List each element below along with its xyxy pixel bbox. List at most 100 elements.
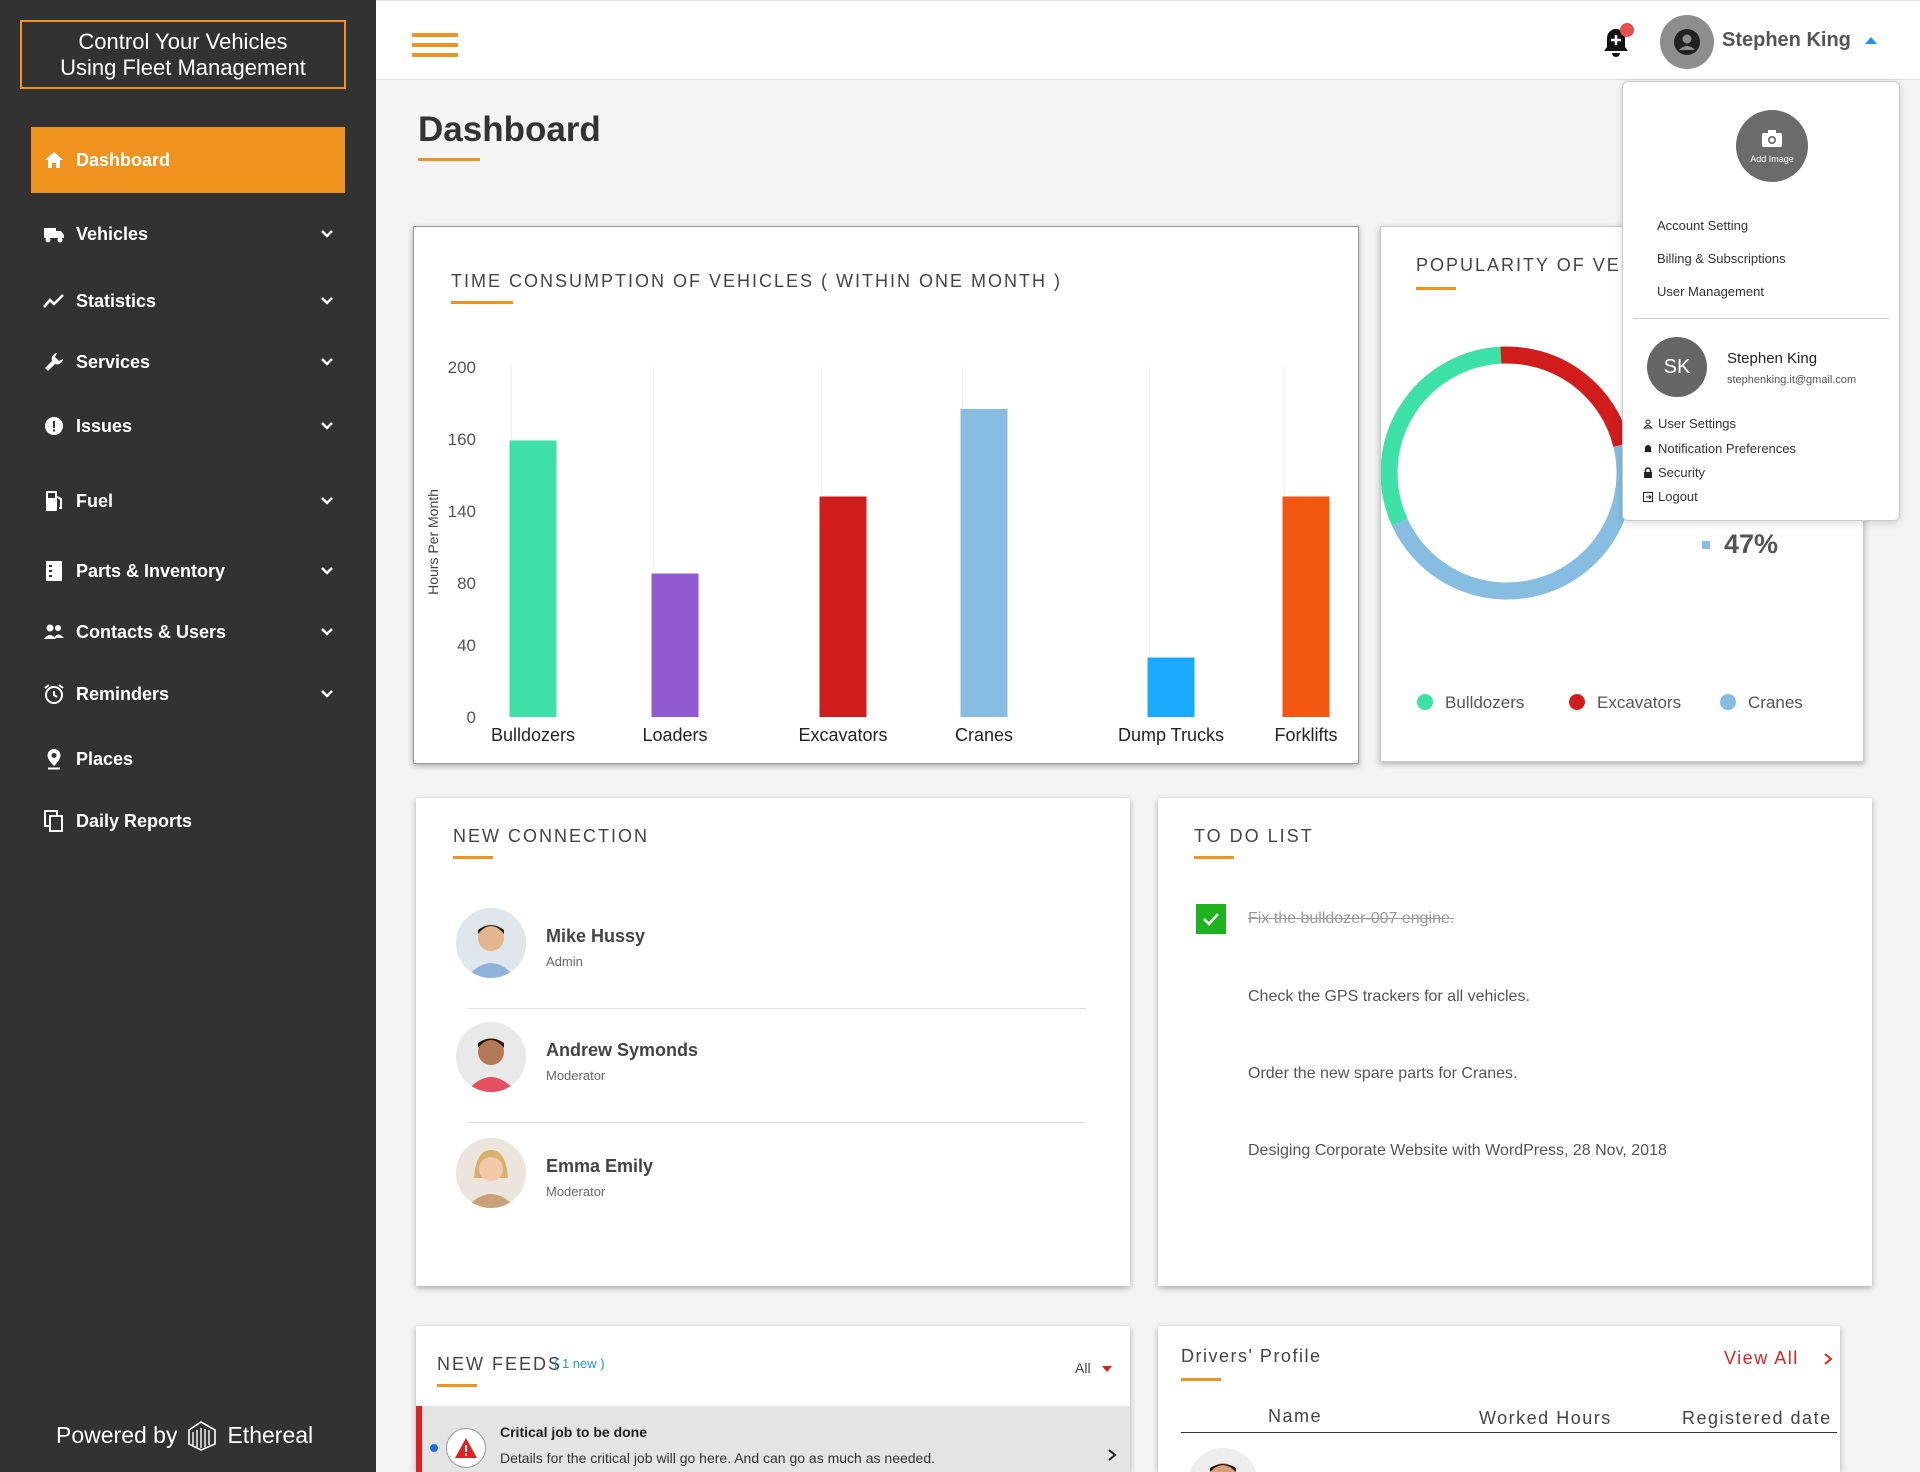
todo-item[interactable]: Fix the bulldozer-007 engine. — [1248, 910, 1454, 928]
title-underline — [437, 1384, 477, 1387]
hamburger-menu-icon[interactable] — [412, 33, 458, 57]
view-all-link[interactable]: View All — [1724, 1348, 1799, 1369]
sidebar-item-label: Places — [76, 748, 134, 769]
sidebar-item-label: Services — [76, 351, 151, 372]
sidebar-item-places[interactable]: Places — [31, 726, 345, 792]
sidebar-item-label: Reminders — [76, 683, 170, 704]
feed-item[interactable]: Critical job to be done Details for the … — [416, 1406, 1130, 1472]
menu-item-logout[interactable]: Logout — [1643, 489, 1698, 504]
menu-item-label: Logout — [1658, 489, 1698, 504]
add-image-button[interactable]: Add Image — [1736, 110, 1808, 182]
avatar[interactable]: SK — [1647, 337, 1707, 397]
brand-title: Control Your Vehicles Using Fleet Manage… — [60, 28, 306, 80]
ethereal-logo-icon — [188, 1421, 217, 1451]
sidebar-item-label: Parts & Inventory — [76, 560, 226, 581]
company-name: Ethereal — [227, 1421, 314, 1448]
chevron-down-icon — [321, 422, 333, 430]
sidebar-item-label: Fuel — [76, 490, 114, 511]
divider — [468, 1122, 1086, 1123]
menu-item-account-setting[interactable]: Account Setting — [1657, 218, 1748, 233]
sidebar-item-parts-inventory[interactable]: Parts & Inventory — [31, 538, 345, 604]
dropdown-user-email: stephenking.it@gmail.com — [1727, 374, 1857, 386]
sidebar-item-label: Dashboard — [76, 149, 171, 170]
home-icon — [42, 148, 66, 172]
todo-item[interactable]: Order the new spare parts for Cranes. — [1248, 1065, 1517, 1083]
x-tick-label: Dump Trucks — [1118, 725, 1224, 745]
sidebar-item-label: Vehicles — [76, 223, 149, 244]
sidebar-item-statistics[interactable]: Statistics — [31, 268, 345, 334]
y-tick-label: 160 — [448, 430, 476, 449]
chevron-right-icon[interactable] — [1822, 1352, 1834, 1366]
todo-item[interactable]: Desiging Corporate Website with WordPres… — [1248, 1142, 1667, 1160]
chevron-down-icon — [321, 297, 333, 305]
chevron-right-icon[interactable] — [1106, 1448, 1118, 1462]
sidebar-item-daily-reports[interactable]: Daily Reports — [31, 788, 345, 854]
page-title: Dashboard — [418, 110, 601, 149]
legend-dot-excavators — [1569, 694, 1585, 710]
caret-down-icon[interactable] — [1102, 1366, 1112, 1372]
column-header-name[interactable]: Name — [1268, 1406, 1322, 1427]
divider — [1181, 1432, 1837, 1433]
bar-bulldozers — [509, 440, 557, 717]
warning-icon — [446, 1428, 486, 1468]
column-header-worked-hours[interactable]: Worked Hours — [1479, 1408, 1612, 1429]
chevron-down-icon — [321, 690, 333, 698]
menu-item-user-management[interactable]: User Management — [1657, 284, 1764, 299]
time-consumption-chart: 0 40 80 140 160 200 Hours Per Month Bulldozers L… — [425, 358, 1338, 745]
avatar[interactable] — [1660, 15, 1714, 69]
brand-box[interactable]: Control Your Vehicles Using Fleet Manage… — [20, 20, 346, 89]
chevron-down-icon — [321, 497, 333, 505]
time-consumption-card: TIME CONSUMPTION OF VEHICLES ( WITHIN ON… — [413, 226, 1359, 764]
menu-item-label: Security — [1658, 465, 1705, 480]
menu-item-billing[interactable]: Billing & Subscriptions — [1657, 251, 1786, 266]
card-title: Drivers' Profile — [1181, 1346, 1322, 1366]
divider — [468, 1008, 1086, 1009]
menu-item-user-settings[interactable]: User Settings — [1643, 416, 1736, 431]
copy-icon — [42, 809, 66, 833]
checkbox-checked[interactable] — [1196, 904, 1226, 934]
sidebar-item-contacts-users[interactable]: Contacts & Users — [31, 599, 345, 665]
new-connection-card: NEW CONNECTION Mike Hussy Admin Andrew S… — [416, 798, 1130, 1286]
user-name[interactable]: Stephen King — [1722, 29, 1851, 52]
x-tick-label: Cranes — [955, 725, 1013, 745]
card-title: NEW FEEDS — [437, 1354, 563, 1374]
caret-up-icon[interactable] — [1865, 37, 1877, 44]
bell-icon — [1644, 444, 1652, 452]
sidebar-item-label: Contacts & Users — [76, 621, 227, 642]
feed-filter-select[interactable]: All — [1075, 1360, 1091, 1376]
x-tick-label: Bulldozers — [491, 725, 575, 745]
todo-item[interactable]: Check the GPS trackers for all vehicles. — [1248, 988, 1530, 1006]
sidebar-item-dashboard[interactable]: Dashboard — [31, 127, 345, 193]
menu-item-notification-preferences[interactable]: Notification Preferences — [1643, 441, 1796, 456]
feed-title: Critical job to be done — [500, 1424, 648, 1440]
list-item[interactable]: Mike Hussy Admin — [456, 908, 1086, 1018]
connection-role: Admin — [546, 954, 583, 969]
legend-dot-bulldozers — [1417, 694, 1433, 710]
alarm-clock-icon — [42, 682, 66, 706]
legend-label-excavators: Excavators — [1597, 693, 1681, 712]
avatar — [456, 1022, 526, 1092]
sidebar-item-fuel[interactable]: Fuel — [31, 468, 345, 534]
y-axis-label: Hours Per Month — [425, 489, 441, 595]
list-item[interactable]: Andrew Symonds Moderator — [456, 1022, 1086, 1132]
sidebar-item-issues[interactable]: Issues — [31, 393, 345, 459]
chevron-down-icon — [321, 628, 333, 636]
checkmark-icon — [1203, 913, 1219, 926]
lock-icon — [1644, 466, 1652, 478]
bar-cranes — [960, 409, 1008, 717]
camera-icon — [1762, 130, 1782, 147]
sidebar-item-vehicles[interactable]: Vehicles — [31, 201, 345, 267]
list-item[interactable]: Emma Emily Moderator — [456, 1138, 1076, 1248]
new-badge: ( 1 new ) — [554, 1356, 605, 1371]
bar-dump-trucks — [1147, 657, 1195, 717]
card-title: TO DO LIST — [1194, 826, 1314, 846]
sidebar-item-services[interactable]: Services — [31, 329, 345, 395]
fuel-pump-icon — [42, 489, 66, 513]
y-tick-label: 0 — [467, 708, 476, 727]
y-tick-label: 140 — [448, 502, 476, 521]
column-header-registered-date[interactable]: Registered date — [1682, 1408, 1832, 1429]
menu-item-security[interactable]: Security — [1643, 465, 1705, 480]
percentage-label: 47% — [1724, 529, 1778, 559]
sidebar-item-reminders[interactable]: Reminders — [31, 661, 345, 727]
menu-item-label: User Settings — [1658, 416, 1737, 431]
